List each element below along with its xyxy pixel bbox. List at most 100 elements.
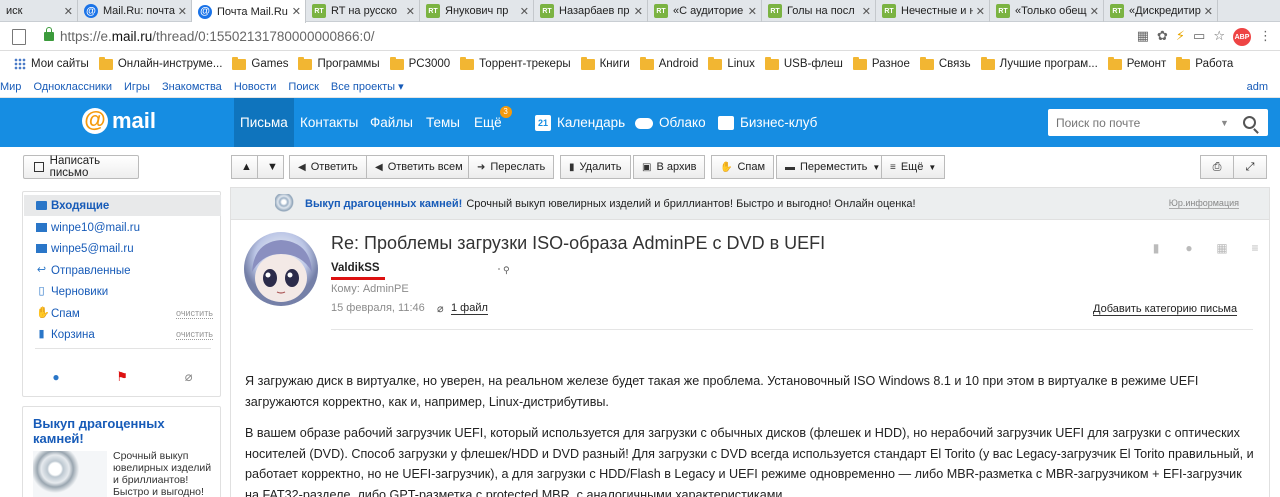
browser-tab[interactable]: RT RT на русско ✕: [306, 0, 420, 22]
nav-business[interactable]: Бизнес-клуб: [718, 98, 817, 147]
qr-icon[interactable]: ▦: [1137, 28, 1149, 46]
bookmark-folder[interactable]: Лучшие програм...: [980, 56, 1098, 70]
browser-tab[interactable]: RT Янукович пр ✕: [420, 0, 534, 22]
delete-button[interactable]: ▮ Удалить: [560, 155, 631, 179]
extension-icon[interactable]: ✿: [1157, 28, 1168, 46]
lock-icon[interactable]: [44, 27, 54, 41]
close-tab-icon[interactable]: ✕: [520, 5, 529, 18]
folder-item[interactable]: winpe5@mail.ru: [24, 238, 221, 259]
close-tab-icon[interactable]: ✕: [862, 5, 871, 18]
bookmark-icon[interactable]: ▮: [1146, 241, 1166, 255]
banner-title[interactable]: Выкуп драгоценных камней!: [305, 198, 462, 210]
folder-inbox[interactable]: Входящие: [24, 195, 221, 216]
bolt-icon[interactable]: ⚡: [1176, 28, 1185, 46]
bookmark-folder[interactable]: Программы: [298, 56, 380, 70]
bookmark-folder[interactable]: Ремонт: [1107, 56, 1166, 70]
chevron-down-icon[interactable]: ▼: [1220, 118, 1229, 128]
legal-info-link[interactable]: Юр.информация: [1168, 198, 1239, 209]
bookmark-folder[interactable]: USB-флеш: [764, 56, 843, 70]
folder-spam[interactable]: ✋ Спам очистить: [24, 303, 221, 324]
portal-link[interactable]: Игры: [124, 81, 150, 93]
folder-sent[interactable]: ↩ Отправленные: [24, 260, 221, 281]
nav-contacts[interactable]: Контакты: [300, 98, 358, 147]
reply-button[interactable]: ◀ Ответить: [289, 155, 367, 179]
bookmark-folder[interactable]: Торрент-трекеры: [460, 56, 571, 70]
ad-banner[interactable]: Выкуп драгоценных камней! Срочный выкуп …: [230, 187, 1270, 220]
nav-letters[interactable]: Письма: [234, 98, 294, 147]
add-category-link[interactable]: Добавить категорию письма: [1093, 303, 1238, 316]
close-tab-icon[interactable]: ✕: [976, 5, 985, 18]
mail-logo[interactable]: @ mail: [82, 108, 156, 134]
prev-message-button[interactable]: ▲: [231, 155, 258, 179]
attachments-link[interactable]: 1 файл: [451, 302, 488, 315]
address-bar[interactable]: https://e.mail.ru/thread/0:1550213178000…: [0, 23, 1280, 51]
attachment-filter-icon[interactable]: ⌀: [185, 369, 193, 385]
more-button[interactable]: ≡ Ещё ▼: [881, 155, 946, 179]
close-tab-icon[interactable]: ✕: [292, 5, 301, 18]
close-tab-icon[interactable]: ✕: [406, 5, 415, 18]
portal-link[interactable]: Поиск: [288, 81, 318, 93]
unread-dot-icon[interactable]: ●: [1179, 241, 1199, 255]
unread-filter-icon[interactable]: ●: [52, 370, 59, 384]
profile-icon[interactable]: ABP: [1233, 28, 1251, 46]
flag-filter-icon[interactable]: ⚑: [116, 369, 128, 385]
portal-link[interactable]: Мир: [0, 81, 21, 93]
search-icon[interactable]: [1242, 116, 1256, 129]
all-projects-link[interactable]: Все проекты ▾: [331, 80, 404, 93]
browser-tab[interactable]: RT «С аудиторие ✕: [648, 0, 762, 22]
search-input[interactable]: [1056, 115, 1216, 130]
bookmark-folder[interactable]: Онлайн-инструме...: [98, 56, 222, 70]
browser-tab[interactable]: RT «Только обещ ✕: [990, 0, 1104, 22]
browser-tab[interactable]: иск ✕: [0, 0, 78, 22]
menu-icon[interactable]: ⋮: [1259, 28, 1272, 46]
bookmark-folder[interactable]: Linux: [708, 56, 755, 70]
close-tab-icon[interactable]: ✕: [1090, 5, 1099, 18]
bookmark-folder[interactable]: Работа: [1176, 56, 1233, 70]
bookmark-folder[interactable]: Games: [232, 56, 288, 70]
book-icon[interactable]: ▭: [1193, 28, 1205, 46]
menu-icon[interactable]: ≡: [1245, 241, 1265, 255]
clear-trash-link[interactable]: очистить: [176, 329, 213, 340]
browser-tab[interactable]: RT «Дискредитир ✕: [1104, 0, 1218, 22]
close-tab-icon[interactable]: ✕: [634, 5, 643, 18]
close-tab-icon[interactable]: ✕: [1204, 5, 1213, 18]
sender-name[interactable]: ValdikSS: [331, 262, 380, 274]
nav-files[interactable]: Файлы: [370, 98, 413, 147]
browser-tab[interactable]: RT Назарбаев пр ✕: [534, 0, 648, 22]
print-button[interactable]: ⎙: [1200, 155, 1234, 179]
bookmark-folder[interactable]: Связь: [919, 56, 971, 70]
close-tab-icon[interactable]: ✕: [64, 5, 73, 18]
clear-spam-link[interactable]: очистить: [176, 308, 213, 319]
move-button[interactable]: ▬ Переместить ▼: [776, 155, 890, 179]
bookmark-folder[interactable]: Android: [639, 56, 698, 70]
search-icon[interactable]: ⚲: [503, 265, 510, 276]
bookmark-folder[interactable]: Книги: [580, 56, 630, 70]
reply-all-button[interactable]: ◀ Ответить всем: [366, 155, 472, 179]
browser-tab[interactable]: RT Нечестные и н ✕: [876, 0, 990, 22]
browser-tab-active[interactable]: @ Почта Mail.Ru ✕: [192, 0, 306, 23]
compose-button[interactable]: Написать письмо: [23, 155, 139, 179]
url-text[interactable]: https://e.mail.ru/thread/0:1550213178000…: [60, 29, 375, 44]
nav-calendar[interactable]: 21 Календарь: [535, 98, 625, 147]
folder-drafts[interactable]: ▯ Черновики: [24, 281, 221, 302]
archive-button[interactable]: ▣ В архив: [633, 155, 706, 179]
ad-block[interactable]: Выкуп драгоценных камней! Срочный выкуп …: [22, 406, 221, 497]
fullscreen-button[interactable]: ⤢: [1233, 155, 1267, 179]
next-message-button[interactable]: ▼: [257, 155, 284, 179]
browser-tab[interactable]: @ Mail.Ru: почта ✕: [78, 0, 192, 22]
spam-button[interactable]: ✋ Спам: [711, 155, 775, 179]
forward-button[interactable]: ➜ Переслать: [468, 155, 555, 179]
user-link[interactable]: adm: [1247, 81, 1268, 93]
folder-item[interactable]: winpe10@mail.ru: [24, 217, 221, 238]
nav-themes[interactable]: Темы: [426, 98, 460, 147]
portal-link[interactable]: Знакомства: [162, 81, 222, 93]
bookmark-folder[interactable]: PC3000: [389, 56, 450, 70]
star-icon[interactable]: ☆: [1213, 28, 1225, 46]
folder-trash[interactable]: ▮ Корзина очистить: [24, 324, 221, 345]
close-tab-icon[interactable]: ✕: [178, 5, 187, 18]
portal-link[interactable]: Одноклассники: [33, 81, 112, 93]
nav-cloud[interactable]: Облако: [635, 98, 706, 147]
close-tab-icon[interactable]: ✕: [748, 5, 757, 18]
portal-link[interactable]: Новости: [234, 81, 277, 93]
bookmark-apps[interactable]: Мои сайты: [14, 58, 89, 70]
